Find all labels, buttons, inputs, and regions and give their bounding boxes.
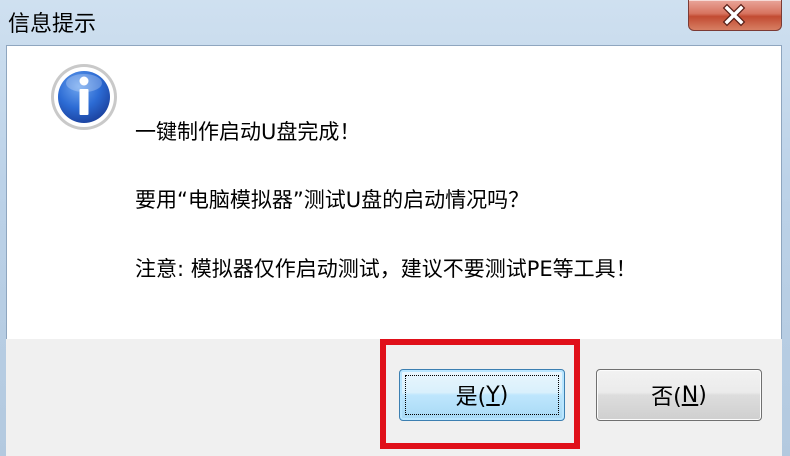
close-button[interactable] bbox=[688, 0, 782, 31]
dialog-title: 信息提示 bbox=[8, 12, 97, 37]
no-accelerator-key: N bbox=[681, 382, 699, 408]
close-icon bbox=[722, 3, 746, 27]
message-line-3: 注意: 模拟器仅作启动测试，建议不要测试PE等工具！ bbox=[135, 257, 637, 281]
message-line-2: 要用“电脑模拟器”测试U盘的启动情况吗？ bbox=[135, 188, 530, 212]
info-icon bbox=[51, 64, 117, 130]
no-button[interactable]: 否(N) bbox=[596, 369, 762, 421]
highlight-box bbox=[380, 339, 580, 449]
dialog-window: 信息提示 一键制作启动U盘完成！ 要用“电脑模拟器”测试U盘的启动情况吗？ 注意… bbox=[0, 0, 790, 456]
no-label-suffix: ) bbox=[698, 382, 707, 408]
no-label-prefix: 否( bbox=[651, 385, 682, 410]
message-line-1: 一键制作启动U盘完成！ bbox=[135, 120, 361, 144]
